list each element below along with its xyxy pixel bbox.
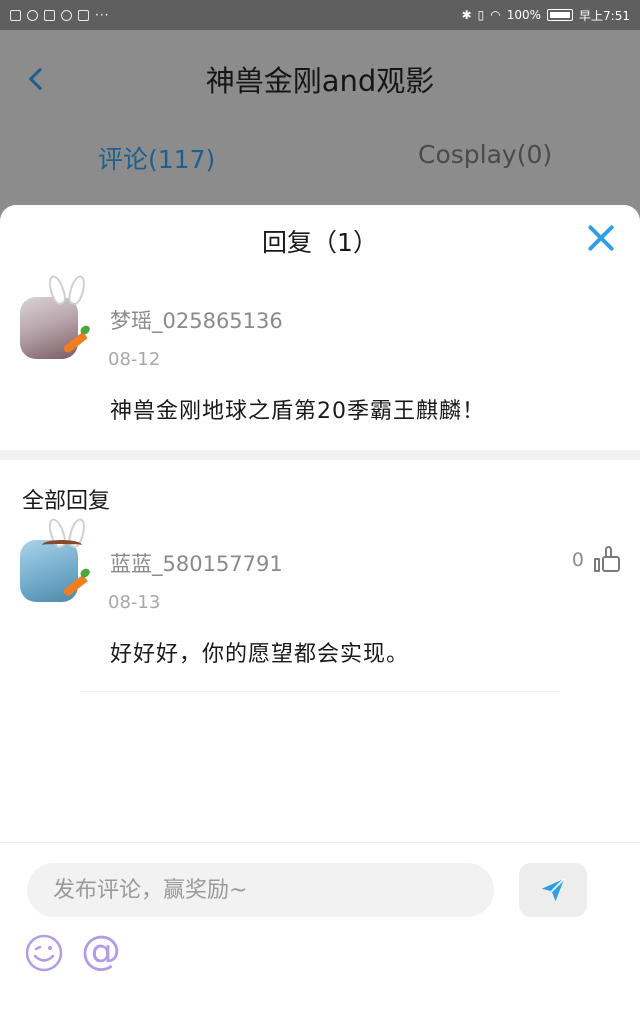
reply-date: 08-13 bbox=[108, 592, 161, 613]
status-bar: ··· ✱ ▯ ◠ 100% 早上7:51 bbox=[0, 0, 640, 30]
wifi-icon: ◠ bbox=[490, 8, 501, 22]
thumbs-up-icon[interactable] bbox=[594, 546, 622, 574]
app-icon bbox=[44, 9, 55, 21]
comment-input[interactable] bbox=[27, 863, 494, 917]
vibrate-icon: ▯ bbox=[477, 8, 485, 22]
emoji-icon[interactable] bbox=[24, 933, 64, 973]
comment-username[interactable]: 梦瑶_025865136 bbox=[110, 305, 283, 335]
background-page: 神兽金刚and观影 评论(117) Cosplay(0) bbox=[0, 30, 640, 220]
gallery-icon bbox=[78, 9, 89, 21]
comment-input-bar: @ bbox=[0, 842, 640, 1024]
tab-comments[interactable]: 评论(117) bbox=[98, 140, 215, 176]
clock: 早上7:51 bbox=[579, 8, 630, 23]
like-count: 0 bbox=[571, 549, 584, 571]
battery-icon bbox=[547, 9, 574, 21]
page-title: 神兽金刚and观影 bbox=[205, 64, 435, 98]
status-bar-system: ✱ ▯ ◠ 100% 早上7:51 bbox=[462, 7, 630, 24]
sheet-title: 回复（1） bbox=[262, 228, 378, 257]
divider bbox=[0, 450, 640, 460]
comment-text: 神兽金刚地球之盾第20季霸王麒麟！ bbox=[110, 399, 485, 424]
browser-icon bbox=[27, 9, 38, 21]
headband-icon bbox=[42, 540, 82, 550]
list-end-divider bbox=[80, 691, 560, 692]
reply-sheet: 回复（1） 梦瑶_025865136 08-12 神兽金刚地球之盾第20季霸王麒… bbox=[0, 205, 640, 1024]
notification-icon bbox=[10, 9, 21, 21]
tab-cosplay[interactable]: Cosplay(0) bbox=[418, 140, 552, 169]
reply-text: 好好好，你的愿望都会实现。 bbox=[110, 642, 410, 667]
send-button[interactable] bbox=[519, 863, 587, 917]
mention-icon[interactable]: @ bbox=[78, 929, 124, 973]
bluetooth-icon: ✱ bbox=[461, 8, 472, 22]
bunny-ear-icon bbox=[66, 273, 88, 307]
battery-percent: 100% bbox=[506, 8, 542, 22]
close-icon[interactable] bbox=[586, 223, 616, 253]
reply-username[interactable]: 蓝蓝_580157791 bbox=[110, 548, 283, 578]
reply-item: 蓝蓝_580157791 08-13 好好好，你的愿望都会实现。 0 bbox=[0, 516, 640, 688]
more-notifications: ··· bbox=[95, 8, 110, 22]
like-button[interactable]: 0 bbox=[572, 546, 622, 574]
all-replies-label: 全部回复 bbox=[22, 489, 111, 514]
original-comment: 梦瑶_025865136 08-12 神兽金刚地球之盾第20季霸王麒麟！ bbox=[0, 273, 640, 445]
avatar[interactable] bbox=[20, 516, 98, 602]
avatar[interactable] bbox=[20, 273, 98, 359]
comment-date: 08-12 bbox=[108, 349, 161, 370]
send-icon bbox=[541, 878, 565, 902]
status-bar-notifications: ··· bbox=[10, 8, 109, 22]
wechat-icon bbox=[61, 9, 72, 21]
